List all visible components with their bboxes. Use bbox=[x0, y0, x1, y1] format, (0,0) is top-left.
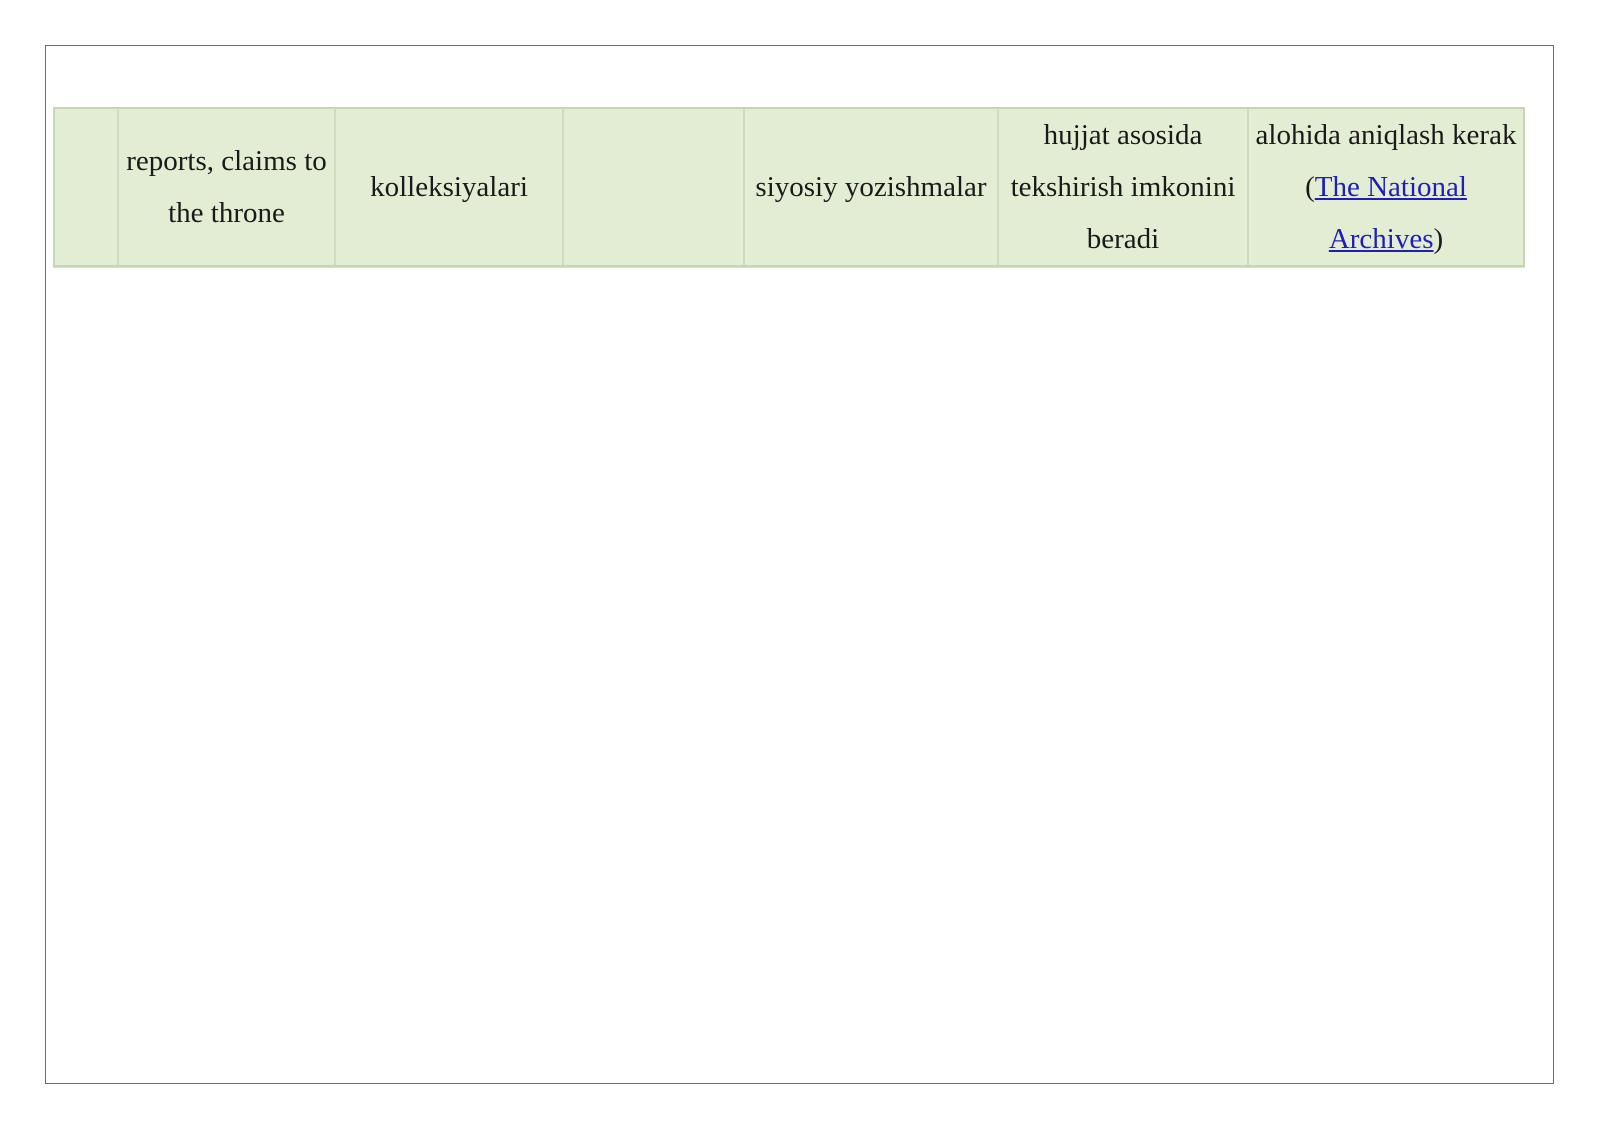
table-cell-alohida: alohida aniqlash kerak (The National Arc… bbox=[1247, 109, 1523, 265]
table-cell-kolleksiyalari: kolleksiyalari bbox=[334, 109, 562, 265]
national-archives-link[interactable]: The National Archives bbox=[1315, 171, 1467, 255]
table-cell-empty-1 bbox=[55, 109, 117, 265]
cell-text-after-link: ) bbox=[1433, 223, 1444, 255]
table-cell-reports: reports, claims to the throne bbox=[117, 109, 334, 265]
document-table: reports, claims to the throne kolleksiya… bbox=[53, 107, 1525, 267]
table-cell-empty-4 bbox=[562, 109, 743, 265]
table-row: reports, claims to the throne kolleksiya… bbox=[55, 109, 1523, 265]
table-cell-siyosiy: siyosiy yozishmalar bbox=[743, 109, 997, 265]
table-cell-hujjat: hujjat asosida tekshirish imkonini berad… bbox=[997, 109, 1247, 265]
